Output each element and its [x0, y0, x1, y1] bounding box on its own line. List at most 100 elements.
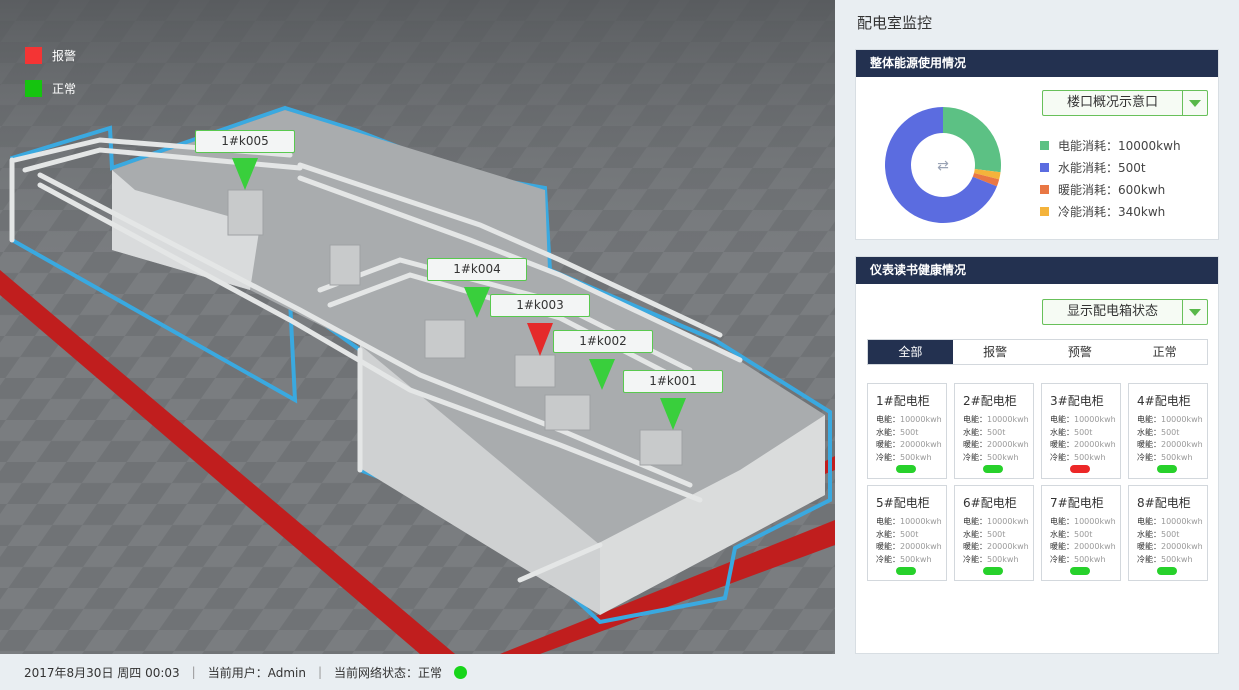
- cabinet-reading: 电能：10000kwh: [1050, 517, 1116, 526]
- select-label: 显示配电箱状态: [1043, 300, 1183, 324]
- cabinet-readings: 电能：10000kwh 水能：500t 暖能：20000kwh 冷能：500kwh: [963, 516, 1029, 566]
- donut-slice: [943, 107, 1001, 173]
- equipment-unit: [227, 189, 264, 236]
- cabinet-reading: 暖能：20000kwh: [1137, 440, 1203, 449]
- cabinet-reading: 冷能：500kwh: [1137, 554, 1193, 564]
- equipment-unit: [424, 319, 466, 359]
- cabinet-reading: 电能：10000kwh: [963, 415, 1029, 424]
- cabinet-card[interactable]: 7#配电柜电能：10000kwh 水能：500t 暖能：20000kwh 冷能：500…: [1041, 485, 1121, 581]
- current-user: 当前用户：Admin: [207, 665, 306, 680]
- network-status-icon: [454, 665, 468, 679]
- device-tag[interactable]: 1#k003: [490, 294, 590, 317]
- cabinet-reading: 暖能：20000kwh: [963, 440, 1029, 449]
- cabinet-reading: 电能：10000kwh: [963, 517, 1029, 526]
- cabinet-status-select[interactable]: 显示配电箱状态: [1042, 299, 1208, 325]
- page-title: 配电室监控: [857, 14, 933, 32]
- cabinet-card[interactable]: 3#配电柜 电能：10000kwh 水能：500t 暖能：20000kwh 冷能：500…: [1041, 383, 1121, 479]
- cabinet-reading: 冷能：500kwh: [1137, 452, 1193, 462]
- cabinet-card[interactable]: 5#配电柜 电能：10000kwh 水能：500t 暖能：20000kwh 冷能：500…: [867, 485, 947, 581]
- energy-usage-card: 整体能源使用情况 楼口概况示意口 ⇄ 电能消耗：10000kwh 水能消耗：50…: [855, 49, 1219, 240]
- cabinet-reading: 电能：10000kwh: [1137, 415, 1203, 424]
- tab-all[interactable]: 全部: [868, 340, 953, 364]
- color-dot: [1040, 184, 1049, 194]
- datetime: 2017年8月30日 周四 00:03: [24, 665, 180, 680]
- cabinet-title: 8#配电柜: [1137, 496, 1191, 510]
- cabinet-readings: 电能：10000kwh 水能：500t 暖能：20000kwh 冷能：500kwh: [1050, 516, 1116, 566]
- cabinet-card[interactable]: 8#配电柜电能：10000kwh 水能：500t 暖能：20000kwh 冷能：500…: [1128, 485, 1208, 581]
- cabinet-title: 7#配电柜: [1050, 496, 1104, 510]
- equipment-unit: [544, 394, 591, 431]
- cabinet-title: 5#配电柜: [876, 496, 930, 510]
- card-header: 仪表读书健康情况: [856, 257, 1218, 284]
- status-indicator-icon: [983, 465, 1003, 473]
- cabinet-card[interactable]: 1#配电柜 电能：10000kwh 水能：500t 暖能：20000kwh 冷能：500…: [867, 383, 947, 479]
- energy-legend-item: 冷能消耗：340kwh: [1040, 200, 1181, 222]
- status-indicator-icon: [1070, 465, 1090, 473]
- normal-swatch: [25, 79, 42, 97]
- energy-label: 冷能消耗：340kwh: [1058, 204, 1166, 219]
- cabinet-title: 1#配电柜: [876, 394, 930, 408]
- cabinet-reading: 电能：10000kwh: [1137, 517, 1203, 526]
- color-dot: [1040, 140, 1049, 150]
- status-indicator-icon: [1157, 567, 1177, 575]
- cabinet-readings: 电能：10000kwh 水能：500t 暖能：20000kwh 冷能：500kwh: [1137, 414, 1203, 464]
- cabinet-reading: 水能：500t: [1137, 529, 1180, 539]
- cabinet-reading: 冷能：500kwh: [1050, 554, 1106, 564]
- network-status: 当前网络状态：正常: [334, 665, 443, 680]
- cabinet-title: 6#配电柜: [963, 496, 1017, 510]
- cabinet-readings: 电能：10000kwh 水能：500t 暖能：20000kwh 冷能：500kwh: [1050, 414, 1116, 464]
- tab-normal[interactable]: 正常: [1122, 340, 1207, 364]
- status-indicator-icon: [896, 465, 916, 473]
- filter-tabs: 全部 报警 预警 正常: [867, 339, 1208, 365]
- cabinet-reading: 暖能：20000kwh: [963, 542, 1029, 551]
- cabinet-readings: 电能：10000kwh 水能：500t 暖能：20000kwh 冷能：500kwh: [963, 414, 1029, 464]
- cabinet-card[interactable]: 2#配电柜电能：10000kwh 水能：500t 暖能：20000kwh 冷能：500…: [954, 383, 1034, 479]
- cabinet-reading: 暖能：20000kwh: [1137, 542, 1203, 551]
- energy-label: 电能消耗：10000kwh: [1058, 138, 1181, 153]
- status-indicator-icon: [896, 567, 916, 575]
- tab-alarm[interactable]: 报警: [953, 340, 1038, 364]
- cabinet-readings: 电能：10000kwh 水能：500t 暖能：20000kwh 冷能：500kwh: [1137, 516, 1203, 566]
- legend-label: 报警: [52, 48, 77, 63]
- cabinet-title: 2#配电柜: [963, 394, 1017, 408]
- cabinet-reading: 电能：10000kwh: [876, 415, 942, 424]
- alarm-swatch: [25, 46, 42, 64]
- cabinet-reading: 水能：500t: [963, 427, 1006, 437]
- cabinet-reading: 水能：500t: [876, 427, 919, 437]
- legend-item-normal: 正常: [25, 79, 76, 97]
- status-legend: 报警 正常: [25, 46, 76, 112]
- cabinet-card[interactable]: 6#配电柜电能：10000kwh 水能：500t 暖能：20000kwh 冷能：500…: [954, 485, 1034, 581]
- cabinet-reading: 水能：500t: [876, 529, 919, 539]
- building-overview-select[interactable]: 楼口概况示意口: [1042, 90, 1208, 116]
- device-tag[interactable]: 1#k001: [623, 370, 723, 393]
- select-label: 楼口概况示意口: [1043, 91, 1183, 115]
- cabinet-reading: 电能：10000kwh: [876, 517, 942, 526]
- cabinet-reading: 冷能：500kwh: [963, 452, 1019, 462]
- color-dot: [1040, 206, 1049, 216]
- legend-label: 正常: [52, 81, 77, 96]
- cabinet-reading: 暖能：20000kwh: [1050, 542, 1116, 551]
- energy-legend-item: 电能消耗：10000kwh: [1040, 134, 1181, 156]
- cabinet-reading: 水能：500t: [963, 529, 1006, 539]
- chevron-down-icon[interactable]: [1182, 300, 1207, 324]
- tab-warning[interactable]: 预警: [1038, 340, 1123, 364]
- chevron-down-icon[interactable]: [1182, 91, 1207, 115]
- cabinet-reading: 冷能：500kwh: [963, 554, 1019, 564]
- device-tag[interactable]: 1#k004: [427, 258, 527, 281]
- cabinet-reading: 冷能：500kwh: [876, 452, 932, 462]
- cabinet-reading: 电能：10000kwh: [1050, 415, 1116, 424]
- equipment-unit: [639, 429, 683, 466]
- scene-canvas[interactable]: [0, 0, 835, 654]
- status-indicator-icon: [983, 567, 1003, 575]
- device-tag[interactable]: 1#k002: [553, 330, 653, 353]
- cabinet-card[interactable]: 4#配电柜 电能：10000kwh 水能：500t 暖能：20000kwh 冷能：500…: [1128, 383, 1208, 479]
- card-header: 整体能源使用情况: [856, 50, 1218, 77]
- device-tag[interactable]: 1#k005: [195, 130, 295, 153]
- 3d-scene-view[interactable]: 报警 正常 1#k005 1#k004 1#k003 1#k002 1#k001: [0, 0, 835, 654]
- cabinet-reading: 暖能：20000kwh: [876, 542, 942, 551]
- cabinet-reading: 水能：500t: [1050, 427, 1093, 437]
- energy-legend-item: 水能消耗：500t: [1040, 156, 1181, 178]
- cabinet-reading: 水能：500t: [1050, 529, 1093, 539]
- energy-donut-chart: ⇄: [885, 107, 1001, 223]
- cabinet-title: 3#配电柜: [1050, 394, 1104, 408]
